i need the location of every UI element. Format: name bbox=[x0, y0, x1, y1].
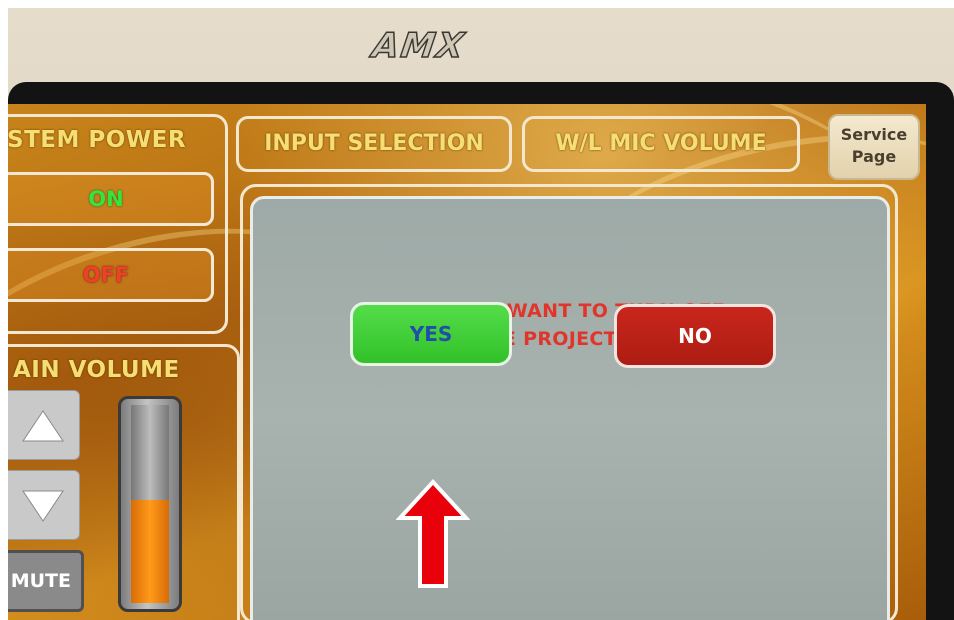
red-up-arrow-icon bbox=[396, 479, 470, 588]
mute-button[interactable]: MUTE bbox=[8, 550, 84, 612]
brand-logo: AMX bbox=[369, 25, 468, 67]
volume-meter-fill bbox=[131, 500, 169, 603]
service-page-button[interactable]: Service Page bbox=[828, 114, 920, 180]
no-button[interactable]: NO bbox=[614, 304, 776, 368]
volume-up-button[interactable] bbox=[8, 390, 80, 460]
power-on-button[interactable]: ON bbox=[8, 172, 214, 226]
confirm-dialog: DO YOU WANT TO TURN OFF THE PROJECTOR ? bbox=[250, 196, 890, 620]
tab-input-selection[interactable]: INPUT SELECTION bbox=[236, 116, 512, 172]
dialog-question-line2: THE PROJECTOR ? bbox=[473, 328, 667, 350]
volume-down-button[interactable] bbox=[8, 470, 80, 540]
dialog-question: DO YOU WANT TO TURN OFF THE PROJECTOR ? bbox=[253, 297, 887, 353]
power-off-button[interactable]: OFF bbox=[8, 248, 214, 302]
tab-wireless-mic-volume[interactable]: W/L MIC VOLUME bbox=[522, 116, 800, 172]
down-triangle-icon bbox=[22, 490, 64, 522]
system-power-title: STEM POWER bbox=[8, 127, 187, 153]
yes-button[interactable]: YES bbox=[350, 302, 512, 366]
service-page-label-line1: Service bbox=[840, 125, 908, 144]
volume-level-meter bbox=[118, 396, 182, 612]
service-page-label-line2: Page bbox=[851, 147, 897, 166]
touch-panel-photo: AMX STEM POWER ON OFF AIN VOLUME MUTE IN… bbox=[0, 0, 954, 620]
up-triangle-icon bbox=[22, 410, 64, 442]
dialog-question-line1: DO YOU WANT TO TURN OFF bbox=[414, 300, 726, 322]
main-volume-title: AIN VOLUME bbox=[13, 357, 180, 383]
